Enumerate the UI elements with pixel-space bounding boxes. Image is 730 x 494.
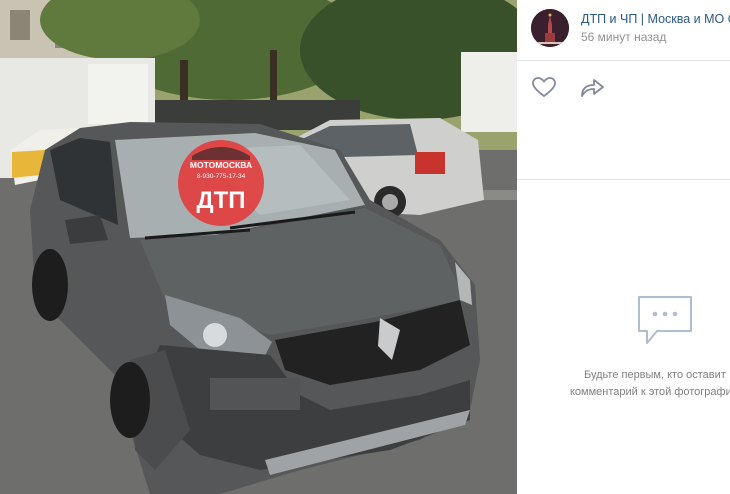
header-divider bbox=[517, 60, 730, 61]
like-button[interactable] bbox=[530, 74, 558, 102]
watermark-logo: МОТОМОСКВА 8-930-775-17-34 ДТП bbox=[178, 140, 264, 226]
share-button[interactable] bbox=[578, 74, 606, 102]
post-time[interactable]: 56 минут назад bbox=[581, 30, 666, 44]
watermark-main-text: ДТП bbox=[196, 187, 245, 214]
watermark-top-text: МОТОМОСКВА bbox=[190, 160, 252, 170]
empty-comments-text-1: Будьте первым, кто оставит bbox=[584, 369, 726, 381]
post-photo[interactable]: МОТОМОСКВА 8-930-775-17-34 ДТП bbox=[0, 0, 517, 494]
accident-photo: МОТОМОСКВА 8-930-775-17-34 ДТП bbox=[0, 0, 517, 494]
post-actions bbox=[517, 64, 730, 180]
kremlin-tower-icon bbox=[531, 9, 569, 47]
empty-comments-text-2: комментарий к этой фотографии bbox=[570, 386, 730, 398]
group-avatar[interactable] bbox=[531, 9, 569, 47]
comment-bubble-icon bbox=[635, 293, 695, 352]
group-name-link[interactable]: ДТП и ЧП | Москва и МО Онлайн bbox=[581, 12, 730, 26]
post-side-panel: ДТП и ЧП | Москва и МО Онлайн 56 минут н… bbox=[517, 0, 730, 494]
heart-icon bbox=[532, 77, 556, 98]
post-header: ДТП и ЧП | Москва и МО Онлайн 56 минут н… bbox=[517, 0, 730, 62]
comments-empty-state bbox=[517, 116, 730, 494]
watermark-phone-text: 8-930-775-17-34 bbox=[197, 173, 246, 180]
share-arrow-icon bbox=[581, 79, 604, 97]
